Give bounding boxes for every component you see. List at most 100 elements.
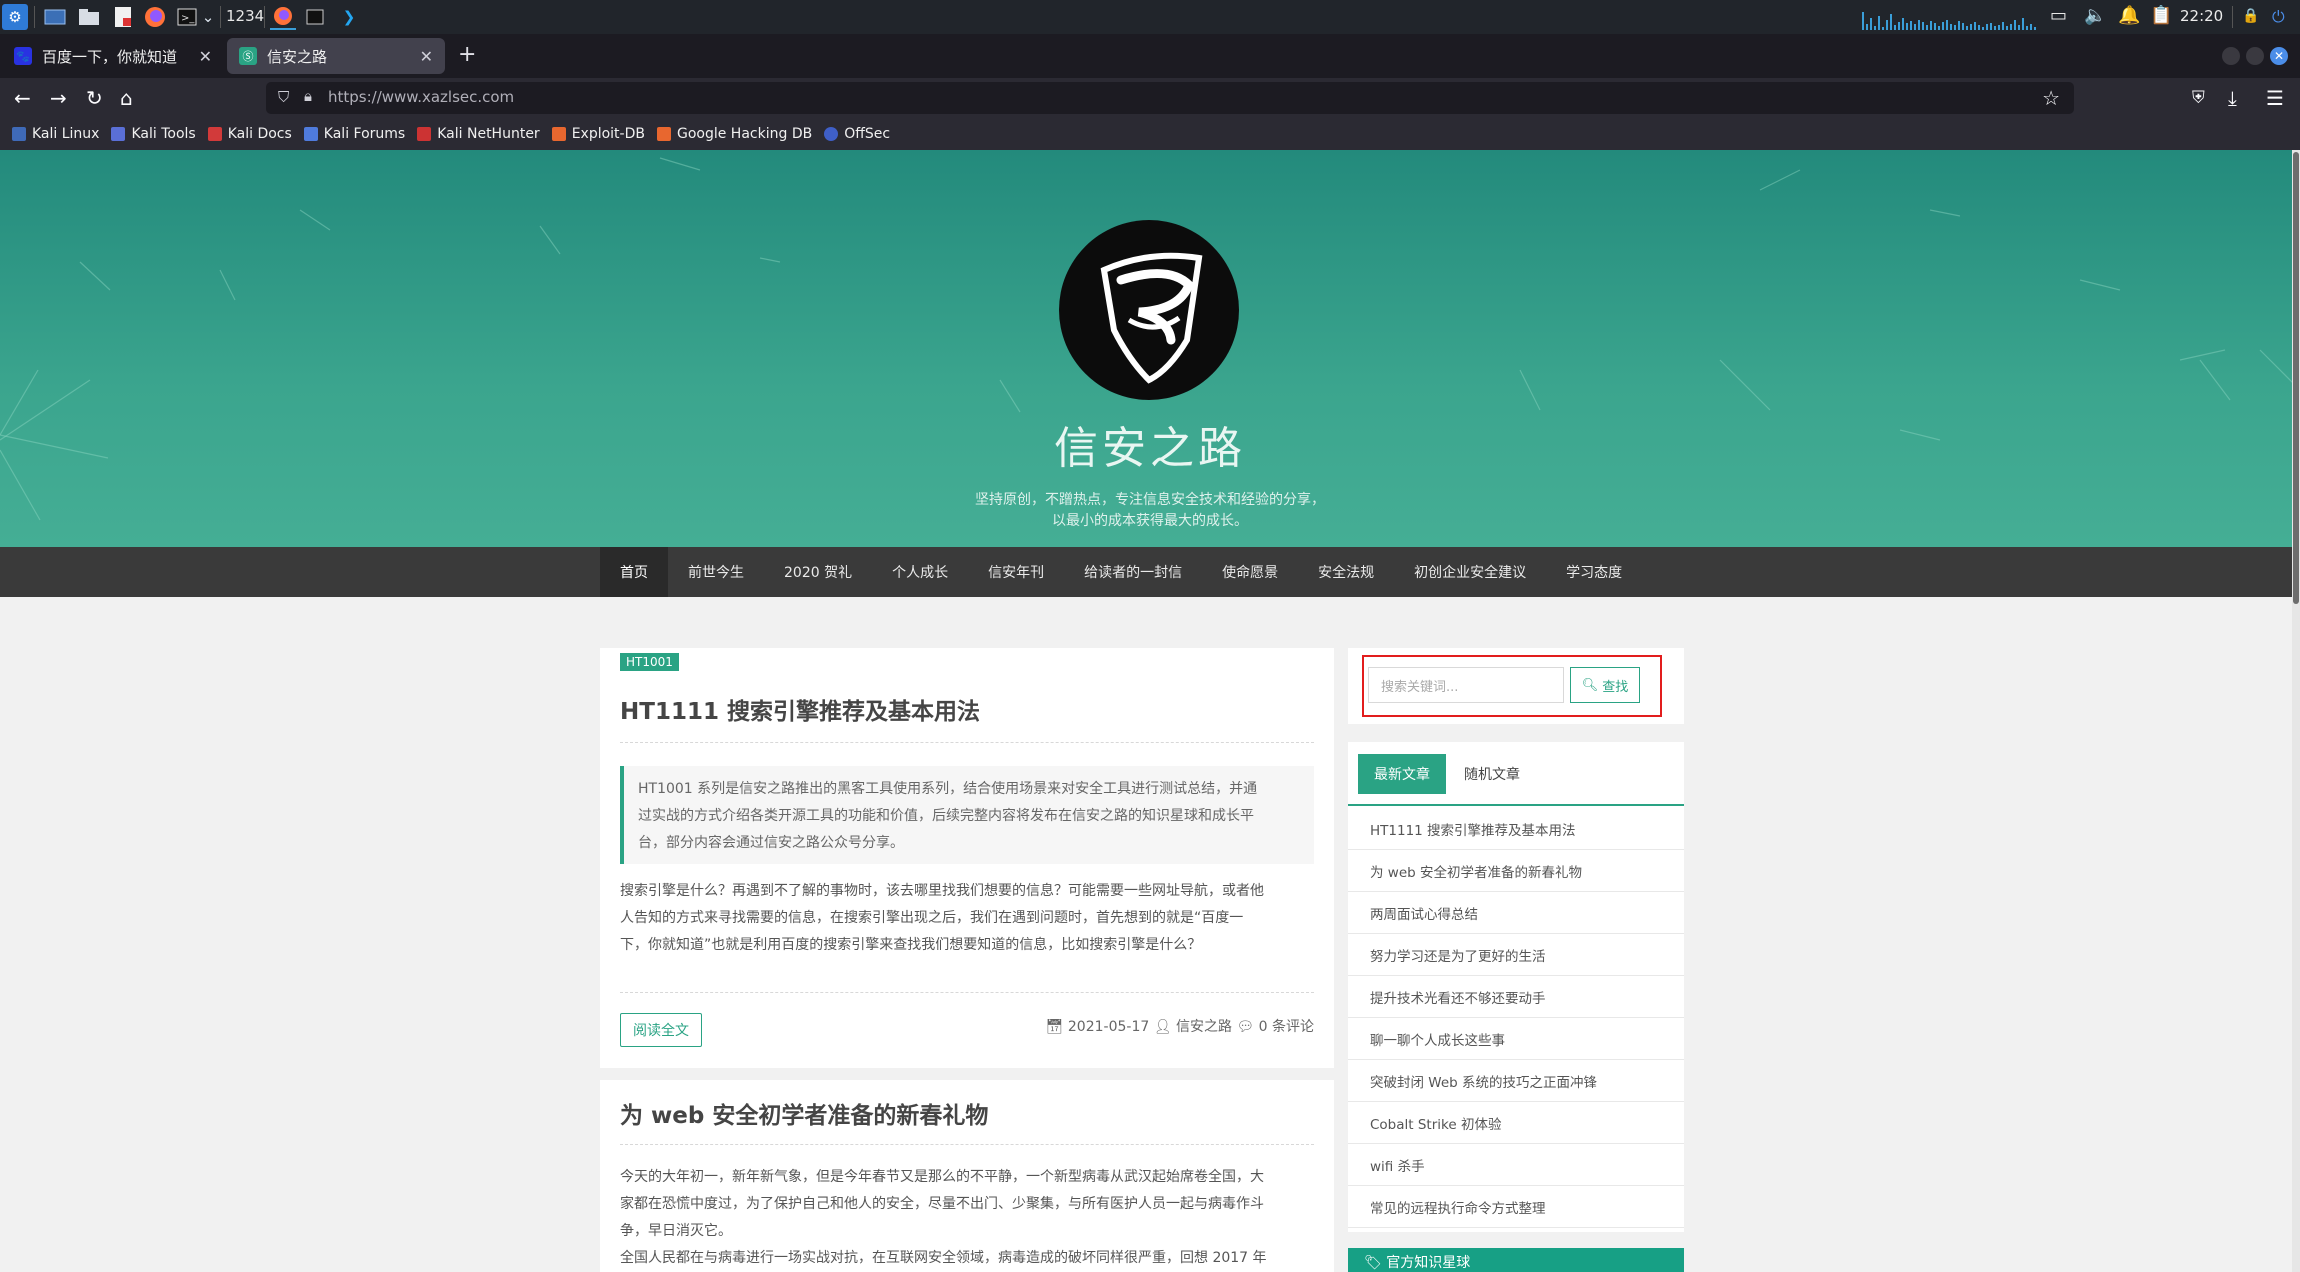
- desktop-icon[interactable]: [42, 4, 68, 30]
- sidebar-posts-widget: 最新文章 随机文章 HT1111 搜索引擎推荐及基本用法 为 web 安全初学者…: [1348, 742, 1684, 1232]
- search-button[interactable]: 🔍︎ 查找: [1570, 667, 1640, 703]
- summary-line: 人告知的方式来寻找需要的信息，在搜索引擎出现之后，我们在遇到问题时，首先想到的就…: [620, 910, 1244, 926]
- back-icon[interactable]: ←: [14, 86, 31, 110]
- shield-icon[interactable]: ⛉: [278, 88, 289, 106]
- list-item[interactable]: 常见的远程执行命令方式整理: [1348, 1186, 1684, 1228]
- knowledge-planet-title: 官方知识星球: [1386, 1255, 1471, 1271]
- list-item[interactable]: wifi 杀手: [1348, 1144, 1684, 1186]
- kali-nethunter-icon: [417, 127, 432, 141]
- recent-posts-list: HT1111 搜索引擎推荐及基本用法 为 web 安全初学者准备的新春礼物 两周…: [1348, 808, 1684, 1228]
- menu-item-annual[interactable]: 信安年刊: [968, 547, 1064, 597]
- menu-item-startup-advice[interactable]: 初创企业安全建议: [1394, 547, 1546, 597]
- menu-item-home[interactable]: 首页: [600, 547, 668, 597]
- list-item[interactable]: 聊一聊个人成长这些事: [1348, 1018, 1684, 1060]
- url-bar[interactable]: ⛉ 🔒︎ https://www.xazlsec.com ☆: [266, 82, 2074, 114]
- menu-item-letter[interactable]: 给读者的一封信: [1064, 547, 1202, 597]
- bookmark-kali-docs[interactable]: Kali Docs: [207, 126, 292, 142]
- close-icon[interactable]: ✕: [199, 47, 212, 66]
- menu-item-mission[interactable]: 使命愿景: [1202, 547, 1298, 597]
- workspace-switcher[interactable]: 1234: [226, 7, 264, 25]
- close-icon[interactable]: ✕: [420, 47, 433, 66]
- svg-text:>_: >_: [181, 13, 195, 24]
- bookmark-kali-forums[interactable]: Kali Forums: [303, 126, 405, 142]
- menu-icon[interactable]: ☰: [2266, 86, 2284, 110]
- bell-icon[interactable]: 🔔: [2118, 5, 2140, 26]
- firefox-icon[interactable]: [142, 4, 168, 30]
- article-tag[interactable]: HT1001: [620, 653, 679, 671]
- article-title[interactable]: 为 web 安全初学者准备的新春礼物: [620, 1096, 988, 1130]
- text-editor-icon[interactable]: [110, 4, 136, 30]
- posts-tabs: 最新文章 随机文章: [1348, 742, 1684, 806]
- url-text[interactable]: https://www.xazlsec.com: [328, 88, 514, 106]
- tab-latest-posts[interactable]: 最新文章: [1358, 754, 1446, 794]
- menu-item-regulations[interactable]: 安全法规: [1298, 547, 1394, 597]
- tab-label: 信安之路: [267, 47, 328, 66]
- bookmark-kali-tools[interactable]: Kali Tools: [111, 126, 196, 142]
- list-item[interactable]: HT1111 搜索引擎推荐及基本用法: [1348, 808, 1684, 850]
- chevron-down-icon[interactable]: ⌄: [200, 4, 216, 30]
- search-button-label: 查找: [1602, 679, 1629, 695]
- new-tab-button[interactable]: +: [458, 44, 476, 66]
- tab-label: 百度一下，你就知道: [42, 47, 178, 66]
- minimize-button[interactable]: [2222, 47, 2240, 65]
- page-scrollbar[interactable]: [2292, 150, 2300, 1272]
- power-icon[interactable]: ⏻: [2272, 7, 2285, 27]
- site-slogan-line: 坚持原创，不蹭热点，专注信息安全技术和经验的分享，: [975, 492, 1325, 508]
- menu-item-2020-gift[interactable]: 2020 贺礼: [764, 547, 872, 597]
- kali-menu-icon[interactable]: ⚙: [2, 4, 28, 30]
- article-meta: 📅︎ 2021-05-17 👤︎ 信安之路 💬︎ 0 条评论: [1046, 1016, 1314, 1036]
- star-icon[interactable]: ☆: [2042, 86, 2060, 110]
- menu-item-growth[interactable]: 个人成长: [872, 547, 968, 597]
- home-icon[interactable]: ⌂: [120, 86, 133, 110]
- bookmark-exploit-db[interactable]: Exploit-DB: [551, 126, 645, 142]
- search-input[interactable]: 搜索关键词...: [1368, 667, 1564, 703]
- summary-line: 全国人民都在与病毒进行一场实战对抗，在互联网安全领域，病毒造成的破坏同样很严重，…: [620, 1250, 1267, 1266]
- read-more-button[interactable]: 阅读全文: [620, 1013, 702, 1047]
- scrollbar-thumb[interactable]: [2293, 152, 2299, 604]
- terminal-task-icon[interactable]: [302, 4, 328, 30]
- list-item[interactable]: 突破封闭 Web 系统的技巧之正面冲锋: [1348, 1060, 1684, 1102]
- bookmark-kali-linux[interactable]: Kali Linux: [12, 126, 99, 142]
- vscode-task-icon[interactable]: ❯: [336, 4, 362, 30]
- bookmark-offsec[interactable]: OffSec: [824, 126, 890, 142]
- xazlsec-favicon-icon: Ⓢ: [239, 47, 257, 65]
- article-title[interactable]: HT1111 搜索引擎推荐及基本用法: [620, 692, 980, 726]
- terminal-icon[interactable]: >_: [174, 4, 200, 30]
- site-logo[interactable]: [1059, 220, 1239, 400]
- volume-icon[interactable]: 🔈: [2084, 5, 2106, 26]
- bookmark-kali-nethunter[interactable]: Kali NetHunter: [417, 126, 540, 142]
- download-icon[interactable]: ⤓: [2228, 86, 2237, 110]
- list-item[interactable]: Cobalt Strike 初体验: [1348, 1102, 1684, 1144]
- pocket-icon[interactable]: ⛨: [2192, 86, 2205, 110]
- ghdb-icon: [656, 127, 671, 141]
- network-icon[interactable]: ▭: [2050, 5, 2067, 26]
- clock[interactable]: 22:20: [2180, 7, 2223, 25]
- menu-item-attitude[interactable]: 学习态度: [1546, 547, 1642, 597]
- list-item[interactable]: 为 web 安全初学者准备的新春礼物: [1348, 850, 1684, 892]
- taskbar-separator: [220, 6, 221, 28]
- browser-tab-strip: 🐾 百度一下，你就知道 ✕ Ⓢ 信安之路 ✕ + ✕: [0, 34, 2300, 78]
- tab-baidu[interactable]: 🐾 百度一下，你就知道 ✕: [2, 38, 224, 74]
- lock-icon[interactable]: 🔒︎: [304, 87, 312, 105]
- list-item[interactable]: 两周面试心得总结: [1348, 892, 1684, 934]
- article-summary: 搜索引擎是什么？再遇到不了解的事物时，该去哪里找我们想要的信息？可能需要一些网址…: [620, 878, 1314, 959]
- close-window-button[interactable]: ✕: [2270, 47, 2288, 65]
- menu-item-history[interactable]: 前世今生: [668, 547, 764, 597]
- list-item[interactable]: 提升技术光看还不够还要动手: [1348, 976, 1684, 1018]
- article-comments[interactable]: 0 条评论: [1259, 1019, 1314, 1035]
- tab-random-posts[interactable]: 随机文章: [1448, 754, 1536, 794]
- site-title[interactable]: 信安之路: [0, 412, 2300, 476]
- article-author[interactable]: 信安之路: [1176, 1019, 1232, 1035]
- list-item[interactable]: 努力学习还是为了更好的生活: [1348, 934, 1684, 976]
- clipboard-icon[interactable]: 📋: [2150, 5, 2172, 26]
- maximize-button[interactable]: [2246, 47, 2264, 65]
- tab-xazlsec[interactable]: Ⓢ 信安之路 ✕: [227, 38, 445, 74]
- reload-icon[interactable]: ↻: [86, 86, 103, 110]
- bookmark-google-hacking-db[interactable]: Google Hacking DB: [656, 126, 812, 142]
- summary-line: 今天的大年初一，新年新气象，但是今年春节又是那么的不平静，一个新型病毒从武汉起始…: [620, 1169, 1264, 1185]
- file-manager-icon[interactable]: [76, 4, 102, 30]
- divider: [620, 1144, 1314, 1145]
- forward-icon[interactable]: →: [50, 86, 67, 110]
- lock-icon[interactable]: 🔒: [2242, 8, 2259, 24]
- firefox-task-icon[interactable]: [270, 4, 296, 30]
